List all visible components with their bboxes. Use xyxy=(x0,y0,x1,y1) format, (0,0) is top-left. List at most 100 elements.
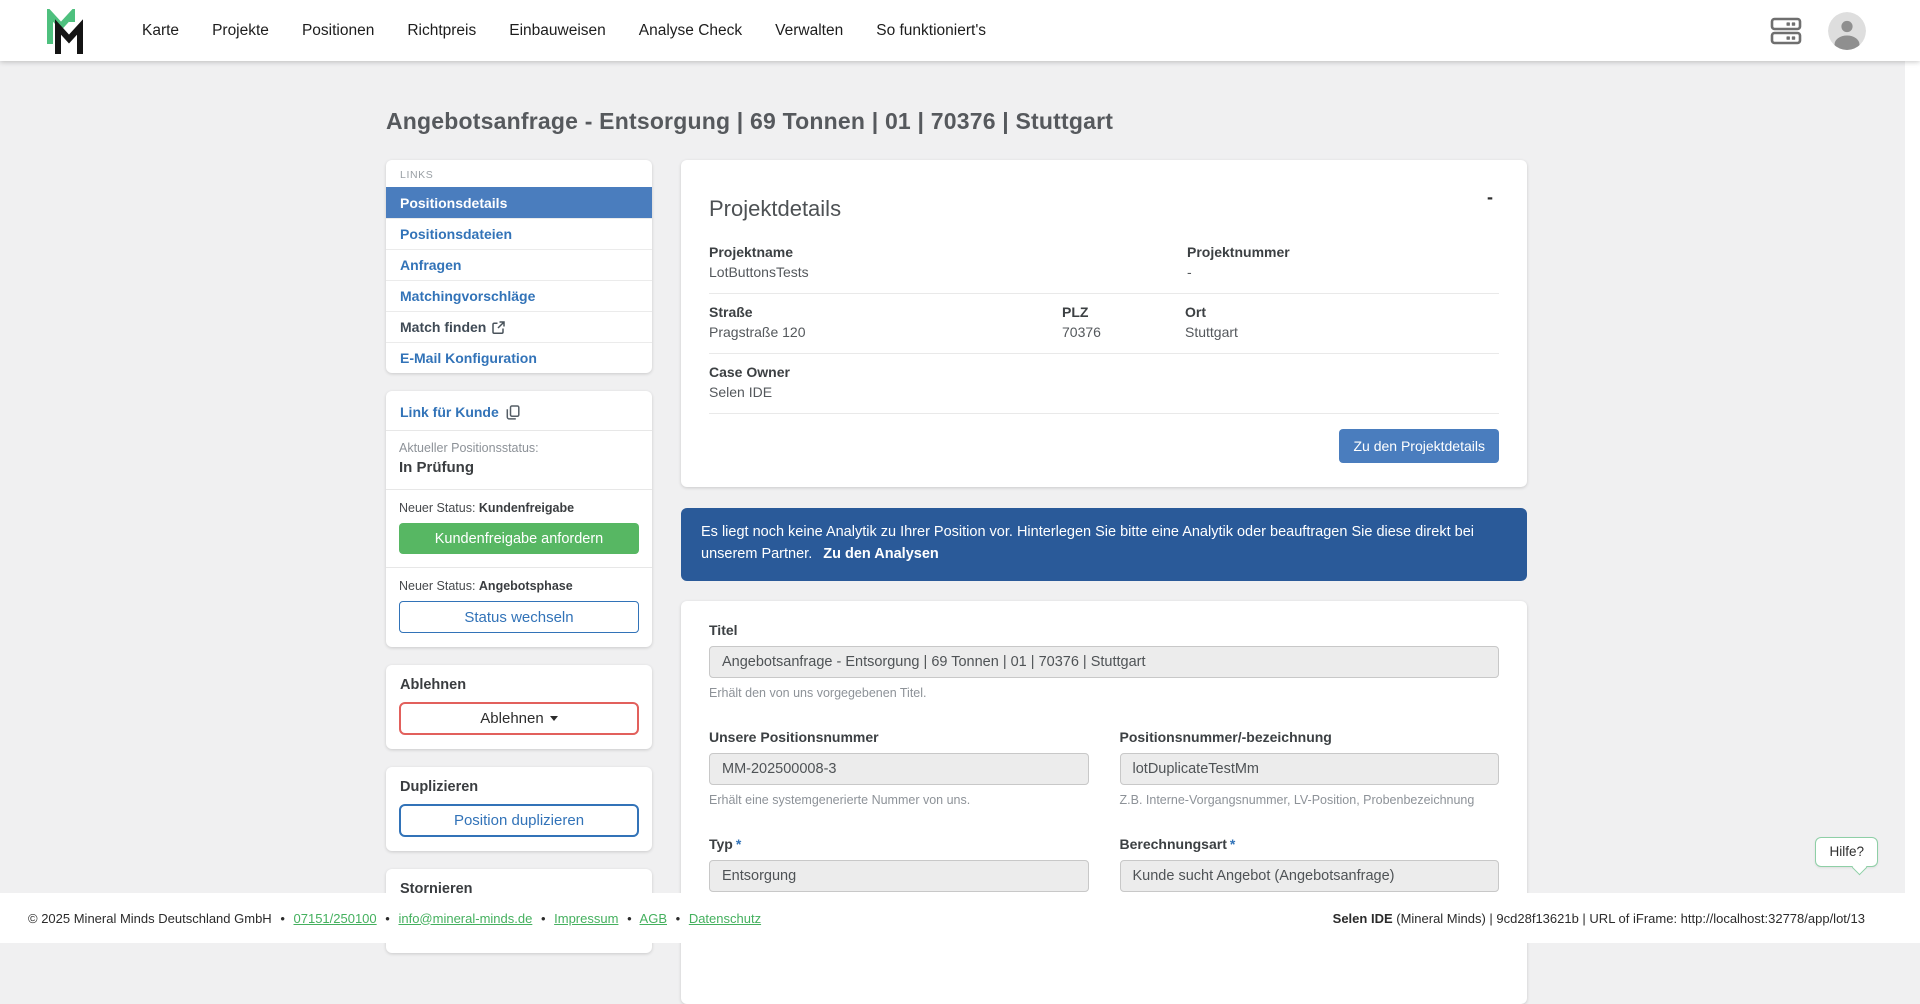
titel-field: Titel Erhält den von uns vorgegebenen Ti… xyxy=(709,622,1499,700)
request-customer-approval-button[interactable]: Kundenfreigabe anfordern xyxy=(399,523,639,554)
scrollbar-track[interactable] xyxy=(1905,0,1920,943)
analytics-info-banner: Es liegt noch keine Analytik zu Ihrer Po… xyxy=(681,508,1527,581)
sidebar: LINKS Positionsdetails Positionsdateien … xyxy=(386,160,652,971)
project-details-row: Case Owner Selen IDE xyxy=(709,354,1499,414)
nav-menu: Karte Projekte Positionen Richtpreis Ein… xyxy=(142,22,986,40)
go-to-analyses-link[interactable]: Zu den Analysen xyxy=(823,546,938,562)
sidebar-item-email-konfiguration[interactable]: E-Mail Konfiguration xyxy=(386,342,652,373)
sidebar-item-positionsdateien[interactable]: Positionsdateien xyxy=(386,218,652,249)
switch-status-button[interactable]: Status wechseln xyxy=(399,601,639,633)
server-icon-glyph xyxy=(1770,16,1802,46)
links-section-header: LINKS xyxy=(386,160,652,187)
plz-value: 70376 xyxy=(1062,324,1185,340)
external-link-icon xyxy=(492,321,505,334)
project-details-actions: Zu den Projektdetails xyxy=(709,414,1499,469)
positionsnummer-help: Z.B. Interne-Vorgangsnummer, LV-Position… xyxy=(1120,793,1500,807)
user-avatar-icon[interactable] xyxy=(1828,12,1866,50)
top-navbar: Karte Projekte Positionen Richtpreis Ein… xyxy=(0,0,1920,61)
mineral-minds-logo[interactable] xyxy=(44,9,86,55)
content-column: Projektdetails - Projektname LotButtonsT… xyxy=(681,160,1527,1004)
nav-item-richtpreis[interactable]: Richtpreis xyxy=(407,22,476,40)
project-details-row: Projektname LotButtonsTests Projektnumme… xyxy=(709,244,1499,294)
case-owner-label: Case Owner xyxy=(709,364,1187,380)
plz-label: PLZ xyxy=(1062,304,1185,320)
go-to-project-details-button[interactable]: Zu den Projektdetails xyxy=(1339,429,1499,463)
reject-title: Ablehnen xyxy=(400,677,638,693)
positionsnummer-field: Positionsnummer/-bezeichnung Z.B. Intern… xyxy=(1120,729,1500,807)
ort-value: Stuttgart xyxy=(1185,324,1499,340)
footer-impressum-link[interactable]: Impressum xyxy=(554,911,618,926)
divider xyxy=(386,489,652,490)
nav-item-positionen[interactable]: Positionen xyxy=(302,22,374,40)
titel-help: Erhält den von uns vorgegebenen Titel. xyxy=(709,686,1499,700)
nav-item-so-funktionierts[interactable]: So funktioniert's xyxy=(876,22,986,40)
navbar-right xyxy=(1770,12,1866,50)
projektname-value: LotButtonsTests xyxy=(709,264,1187,280)
berechnungsart-label: Berechnungsart* xyxy=(1120,836,1500,852)
required-asterisk: * xyxy=(1230,836,1235,852)
server-icon[interactable] xyxy=(1770,16,1802,46)
banner-text: Es liegt noch keine Analytik zu Ihrer Po… xyxy=(701,524,1474,562)
strasse-value: Pragstraße 120 xyxy=(709,324,1062,340)
titel-input[interactable] xyxy=(709,646,1499,678)
duplicate-position-button[interactable]: Position duplizieren xyxy=(399,804,639,837)
footer: © 2025 Mineral Minds Deutschland GmbH • … xyxy=(0,893,1920,943)
projektname-label: Projektname xyxy=(709,244,1187,260)
footer-user: Selen IDE xyxy=(1333,911,1393,926)
footer-copyright: © 2025 Mineral Minds Deutschland GmbH xyxy=(28,911,272,926)
help-button[interactable]: Hilfe? xyxy=(1815,837,1878,867)
caret-down-icon xyxy=(550,716,558,721)
unsere-positionsnummer-help: Erhält eine systemgenerierte Nummer von … xyxy=(709,793,1089,807)
position-form-card: Titel Erhält den von uns vorgegebenen Ti… xyxy=(681,601,1527,1004)
footer-phone-link[interactable]: 07151/250100 xyxy=(294,911,377,926)
current-status-label: Aktueller Positionsstatus: xyxy=(399,441,639,455)
unsere-positionsnummer-input[interactable] xyxy=(709,753,1089,785)
nav-item-projekte[interactable]: Projekte xyxy=(212,22,269,40)
sidebar-item-anfragen[interactable]: Anfragen xyxy=(386,249,652,280)
ort-label: Ort xyxy=(1185,304,1499,320)
project-details-card: Projektdetails - Projektname LotButtonsT… xyxy=(681,160,1527,487)
footer-agb-link[interactable]: AGB xyxy=(640,911,667,926)
status-card: Link für Kunde Aktueller Positionsstatus… xyxy=(386,391,652,647)
nav-item-analyse-check[interactable]: Analyse Check xyxy=(639,22,742,40)
mineral-minds-logo-icon xyxy=(44,9,86,55)
sidebar-item-positionsdetails[interactable]: Positionsdetails xyxy=(386,187,652,218)
new-status-2-label: Neuer Status: Angebotsphase xyxy=(399,579,639,593)
links-card: LINKS Positionsdetails Positionsdateien … xyxy=(386,160,652,373)
nav-item-einbauweisen[interactable]: Einbauweisen xyxy=(509,22,606,40)
sidebar-item-matchingvorschlaege[interactable]: Matchingvorschläge xyxy=(386,280,652,311)
new-status-1-label: Neuer Status: Kundenfreigabe xyxy=(399,501,639,515)
main-area: Angebotsanfrage - Entsorgung | 69 Tonnen… xyxy=(0,61,1920,1004)
reject-dropdown-button[interactable]: Ablehnen xyxy=(399,702,639,735)
divider xyxy=(386,430,652,431)
sidebar-item-match-finden[interactable]: Match finden xyxy=(386,311,652,342)
typ-input[interactable] xyxy=(709,860,1089,892)
reject-card: Ablehnen Ablehnen xyxy=(386,665,652,749)
customer-link[interactable]: Link für Kunde xyxy=(399,400,639,430)
positionsnummer-input[interactable] xyxy=(1120,753,1500,785)
page-title: Angebotsanfrage - Entsorgung | 69 Tonnen… xyxy=(386,108,1920,135)
required-asterisk: * xyxy=(736,836,741,852)
footer-session-details: (Mineral Minds) | 9cd28f13621b | URL of … xyxy=(1393,911,1865,926)
footer-datenschutz-link[interactable]: Datenschutz xyxy=(689,911,761,926)
berechnungsart-input[interactable] xyxy=(1120,860,1500,892)
footer-email-link[interactable]: info@mineral-minds.de xyxy=(398,911,532,926)
typ-label: Typ* xyxy=(709,836,1089,852)
strasse-label: Straße xyxy=(709,304,1062,320)
current-status-value: In Prüfung xyxy=(399,459,639,476)
user-avatar-glyph xyxy=(1828,12,1866,50)
titel-label: Titel xyxy=(709,622,1499,638)
collapse-minus-icon[interactable]: - xyxy=(1481,186,1499,209)
positionsnummer-label: Positionsnummer/-bezeichnung xyxy=(1120,729,1500,745)
nav-item-verwalten[interactable]: Verwalten xyxy=(775,22,843,40)
copy-icon xyxy=(506,405,520,420)
form-row: Unsere Positionsnummer Erhält eine syste… xyxy=(709,729,1499,807)
projektnummer-label: Projektnummer xyxy=(1187,244,1499,260)
duplicate-card: Duplizieren Position duplizieren xyxy=(386,767,652,851)
footer-left: © 2025 Mineral Minds Deutschland GmbH • … xyxy=(28,911,761,926)
case-owner-value: Selen IDE xyxy=(709,384,1187,400)
nav-item-karte[interactable]: Karte xyxy=(142,22,179,40)
footer-session-info: Selen IDE (Mineral Minds) | 9cd28f13621b… xyxy=(1333,911,1865,926)
divider xyxy=(386,567,652,568)
unsere-positionsnummer-label: Unsere Positionsnummer xyxy=(709,729,1089,745)
